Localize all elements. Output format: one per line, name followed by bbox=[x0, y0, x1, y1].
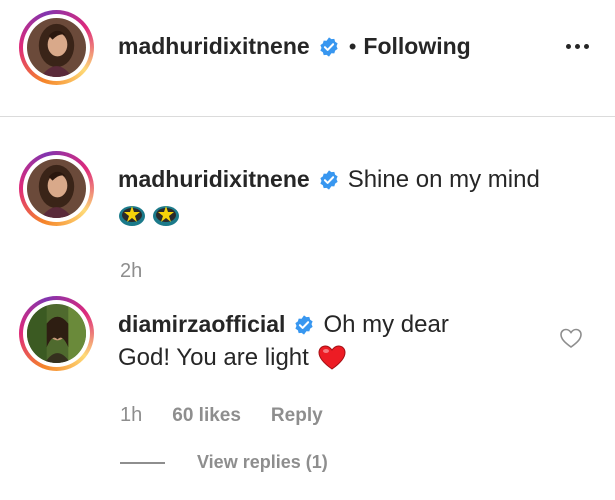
post-header: madhuridixitnene • Following bbox=[0, 0, 615, 117]
verified-badge-icon bbox=[295, 314, 314, 335]
verified-badge-icon bbox=[320, 169, 338, 190]
view-replies-label: View replies (1) bbox=[197, 452, 328, 472]
star-struck-icon bbox=[153, 206, 179, 226]
commenter-avatar[interactable] bbox=[19, 296, 94, 371]
view-replies-button[interactable]: View replies (1) bbox=[120, 452, 328, 473]
caption-emojis bbox=[118, 202, 598, 228]
comment-meta: 1h 60 likes Reply bbox=[120, 404, 323, 427]
header-divider bbox=[0, 116, 615, 117]
caption-text: Shine on my mind bbox=[347, 166, 540, 193]
following-button[interactable]: Following bbox=[363, 33, 470, 60]
replies-line bbox=[120, 461, 165, 464]
separator-dot: • bbox=[348, 33, 357, 59]
comment-text-line1: Oh my dear bbox=[323, 311, 449, 338]
author-avatar[interactable] bbox=[19, 10, 94, 85]
post-author-username[interactable]: madhuridixitnene bbox=[118, 33, 310, 60]
caption-author-username[interactable]: madhuridixitnene bbox=[118, 163, 310, 196]
comment-likes[interactable]: 60 likes bbox=[172, 405, 241, 427]
commenter-username[interactable]: diamirzaofficial bbox=[118, 308, 285, 341]
verified-badge-icon bbox=[320, 36, 338, 57]
reply-button[interactable]: Reply bbox=[271, 405, 323, 427]
more-options-icon[interactable] bbox=[566, 44, 589, 49]
avatar-photo bbox=[27, 304, 86, 363]
star-struck-icon bbox=[119, 206, 145, 226]
comment-timestamp[interactable]: 1h bbox=[120, 404, 142, 427]
comment-text-line2: God! You are light bbox=[118, 344, 309, 371]
red-heart-icon bbox=[318, 344, 346, 370]
avatar-photo bbox=[27, 159, 86, 218]
caption-author-avatar[interactable] bbox=[19, 151, 94, 226]
avatar-photo bbox=[27, 18, 86, 77]
caption-timestamp[interactable]: 2h bbox=[120, 260, 142, 283]
like-comment-heart-icon[interactable] bbox=[559, 327, 583, 349]
